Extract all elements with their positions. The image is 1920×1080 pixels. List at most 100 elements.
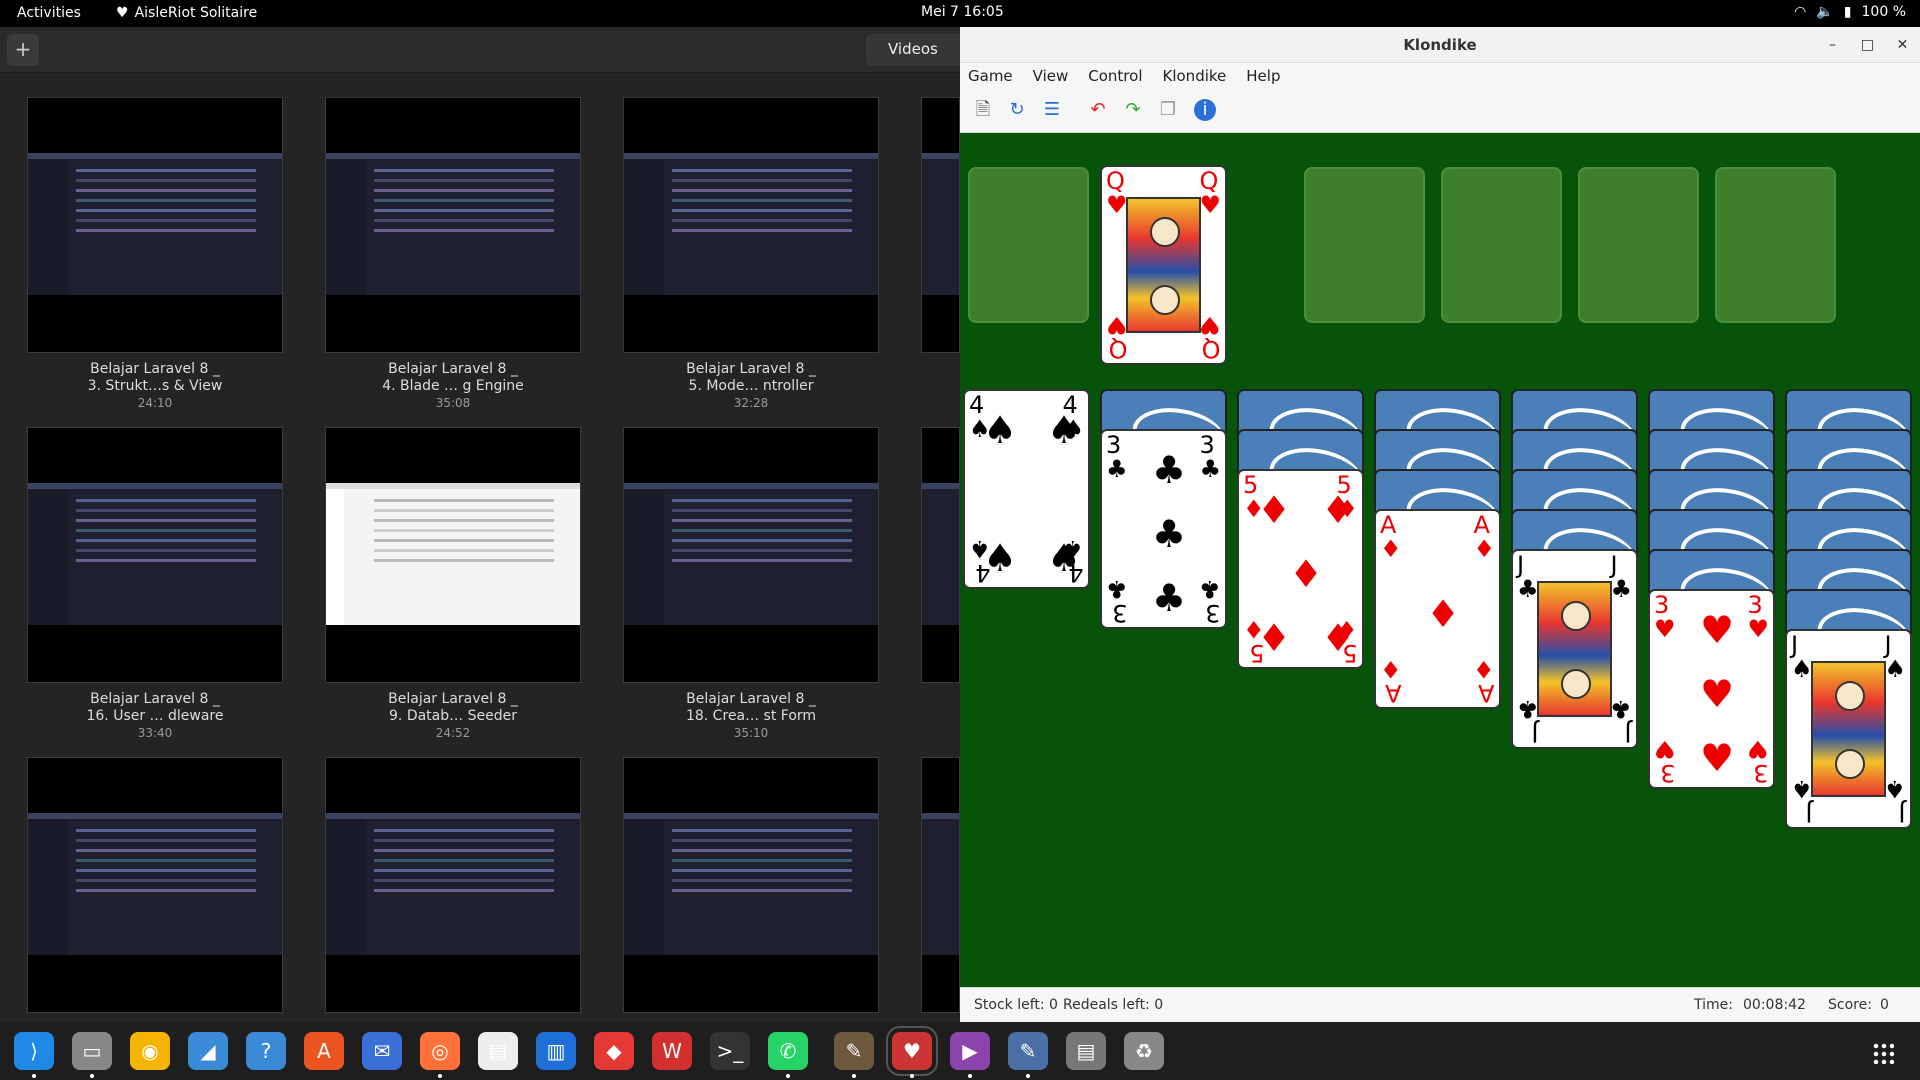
system-tray[interactable]: ◠ 🔈 ▮ 100 %	[1794, 4, 1906, 20]
rank-bottom-left: J ♣	[1517, 695, 1539, 747]
game-board[interactable]: Q ♥ Q ♥ Q ♥ Q ♥ 4 ♠ 4 ♠ 4 ♠ 4 ♠ ♠ ♠ ♠ ♠ 3 ♣ 3 ♣ 3 ♣ 3 ♣ ♣ ♣ ♣ 5 ♦ 5 ♦ 5 ♦ 5 ♦ ♦…	[960, 133, 1920, 987]
rank-bottom-right: J ♠	[1884, 775, 1906, 827]
running-indicator	[32, 1074, 36, 1078]
running-indicator	[1026, 1074, 1030, 1078]
suit-pip: ♠	[983, 536, 1018, 580]
dolphin-icon[interactable]: ◢	[188, 1032, 228, 1070]
video-thumbnail[interactable]	[623, 427, 879, 683]
video-title-line2: 9. Datab… Seeder	[389, 708, 517, 724]
video-preview	[624, 483, 878, 625]
preview-content	[76, 169, 256, 172]
show-apps-icon[interactable]	[1872, 1042, 1894, 1064]
text-editor-icon[interactable]: ✎	[1008, 1032, 1048, 1070]
video-thumbnail[interactable]	[325, 757, 581, 1013]
menu-help[interactable]: Help	[1246, 63, 1280, 89]
video-thumbnail[interactable]	[325, 427, 581, 683]
menu-klondike[interactable]: Klondike	[1163, 63, 1227, 89]
close-icon[interactable]: ✕	[1885, 27, 1920, 63]
video-title[interactable]: Belajar Laravel 8 _ 9. Datab… Seeder 24:52	[325, 691, 581, 742]
writer-icon[interactable]: ▥	[536, 1032, 576, 1070]
suit-pip: ♦	[1321, 616, 1356, 660]
info-icon[interactable]: i	[1194, 99, 1216, 121]
foundation-pile[interactable]	[1715, 167, 1836, 323]
activities-button[interactable]: Activities	[17, 5, 81, 21]
figure-head	[1150, 285, 1180, 315]
video-title[interactable]: Belajar Laravel 8 _ 18. Crea… st Form 35:1…	[623, 691, 879, 742]
video-title-line1: Belajar Laravel 8 _	[686, 361, 816, 377]
trash-icon[interactable]: ♻	[1124, 1032, 1164, 1070]
video-thumbnail[interactable]	[921, 757, 960, 1013]
menu-control[interactable]: Control	[1088, 63, 1142, 89]
foundation-pile[interactable]	[1441, 167, 1562, 323]
software-icon[interactable]: A	[304, 1032, 344, 1070]
maximize-icon[interactable]: □	[1850, 27, 1885, 63]
playing-card[interactable]: 3 ♥ 3 ♥ 3 ♥ 3 ♥ ♥ ♥ ♥	[1648, 589, 1775, 789]
score-label: Score:	[1828, 997, 1872, 1013]
playing-card[interactable]: J ♣ J ♣ J ♣ J ♣	[1511, 549, 1638, 749]
stock-pile[interactable]	[968, 167, 1089, 323]
menu-game[interactable]: Game	[968, 63, 1013, 89]
add-button[interactable]: +	[7, 34, 39, 66]
video-thumbnail[interactable]	[325, 97, 581, 353]
video-thumbnail[interactable]	[27, 757, 283, 1013]
firefox-icon[interactable]: ◎	[420, 1032, 460, 1070]
foundation-pile[interactable]	[1304, 167, 1425, 323]
video-title[interactable]: Belajar Laravel 8 _ 4. Blade … g Engine 35…	[325, 361, 581, 412]
minimize-icon[interactable]: –	[1815, 27, 1850, 63]
hint-icon[interactable]: ❐	[1157, 99, 1179, 121]
playing-card[interactable]: A ♦ A ♦ A ♦ A ♦ ♦	[1374, 509, 1501, 709]
video-thumbnail[interactable]	[623, 97, 879, 353]
foundation-pile[interactable]	[1578, 167, 1699, 323]
video-thumbnail[interactable]	[623, 757, 879, 1013]
video-thumbnail[interactable]	[921, 427, 960, 683]
playing-card[interactable]: Q ♥ Q ♥ Q ♥ Q ♥	[1100, 165, 1227, 365]
video-thumbnail[interactable]	[27, 427, 283, 683]
thunderbird-icon[interactable]: ✉	[362, 1032, 402, 1070]
rank-bottom-left: Q ♥	[1106, 311, 1128, 363]
video-icon[interactable]: ▶	[950, 1032, 990, 1070]
playing-card[interactable]: 3 ♣ 3 ♣ 3 ♣ 3 ♣ ♣ ♣ ♣	[1100, 429, 1227, 629]
playing-card[interactable]: 4 ♠ 4 ♠ 4 ♠ 4 ♠ ♠ ♠ ♠ ♠	[963, 389, 1090, 589]
undo-icon[interactable]: ↶	[1087, 99, 1109, 121]
video-title[interactable]: Belajar Laravel 8 _ 16. User … dleware 33:…	[27, 691, 283, 742]
video-title-line1: Belajar Laravel 8 _	[90, 361, 220, 377]
toolbar: 🗎 ↻ ☰ ↶ ↷ ❐ i	[960, 89, 1920, 133]
preview-content	[374, 829, 554, 832]
files-icon[interactable]: ▭	[72, 1032, 112, 1070]
help-icon[interactable]: ?	[246, 1032, 286, 1070]
rhythmbox-icon[interactable]: ◉	[130, 1032, 170, 1070]
solitaire-icon[interactable]: ♥	[886, 1026, 938, 1076]
document-icon[interactable]: ▤	[1066, 1032, 1106, 1070]
restart-icon[interactable]: ↻	[1006, 99, 1028, 121]
select-game-icon[interactable]: ☰	[1041, 99, 1063, 121]
anydesk-icon[interactable]: ◆	[594, 1032, 634, 1070]
suit-pip: ♠	[983, 408, 1018, 452]
video-title[interactable]: Belajar Laravel 8 _ 5. Mode… ntroller 32:2…	[623, 361, 879, 412]
gimp-icon[interactable]: ✎	[834, 1032, 874, 1070]
redeals-left: Redeals left: 0	[1063, 997, 1164, 1013]
terminal-icon[interactable]: >_	[710, 1032, 750, 1070]
app-menu[interactable]: ♥ AisleRiot Solitaire	[116, 5, 257, 21]
video-preview	[28, 813, 282, 955]
tab-videos[interactable]: Videos	[866, 34, 960, 66]
playing-card[interactable]: J ♠ J ♠ J ♠ J ♠	[1785, 629, 1912, 829]
clock[interactable]: Mei 7 16:05	[921, 4, 1004, 20]
figure-head	[1561, 669, 1591, 699]
menu-view[interactable]: View	[1033, 63, 1069, 89]
video-thumbnail[interactable]	[921, 97, 960, 353]
whatsapp-icon[interactable]: ✆	[768, 1032, 808, 1070]
document-scanner-icon[interactable]: ▤	[478, 1032, 518, 1070]
new-game-icon[interactable]: 🗎	[972, 99, 994, 121]
wps-icon[interactable]: W	[652, 1032, 692, 1070]
battery-icon: ▮	[1843, 4, 1852, 20]
video-title[interactable]: Belajar Laravel 8 _ 3. Strukt…s & View 24:…	[27, 361, 283, 412]
time-value: 00:08:42	[1743, 997, 1806, 1013]
playing-card[interactable]: 5 ♦ 5 ♦ 5 ♦ 5 ♦ ♦ ♦ ♦ ♦ ♦	[1237, 469, 1364, 669]
video-thumbnail[interactable]	[27, 97, 283, 353]
vscode-icon[interactable]: ⟩	[14, 1032, 54, 1070]
top-bar: Activities ♥ AisleRiot Solitaire Mei 7 1…	[0, 0, 1920, 27]
rank-top-left: J ♣	[1517, 551, 1539, 603]
redo-icon[interactable]: ↷	[1122, 99, 1144, 121]
preview-content	[672, 829, 852, 832]
rank-bottom-right: A ♦	[1473, 655, 1495, 707]
